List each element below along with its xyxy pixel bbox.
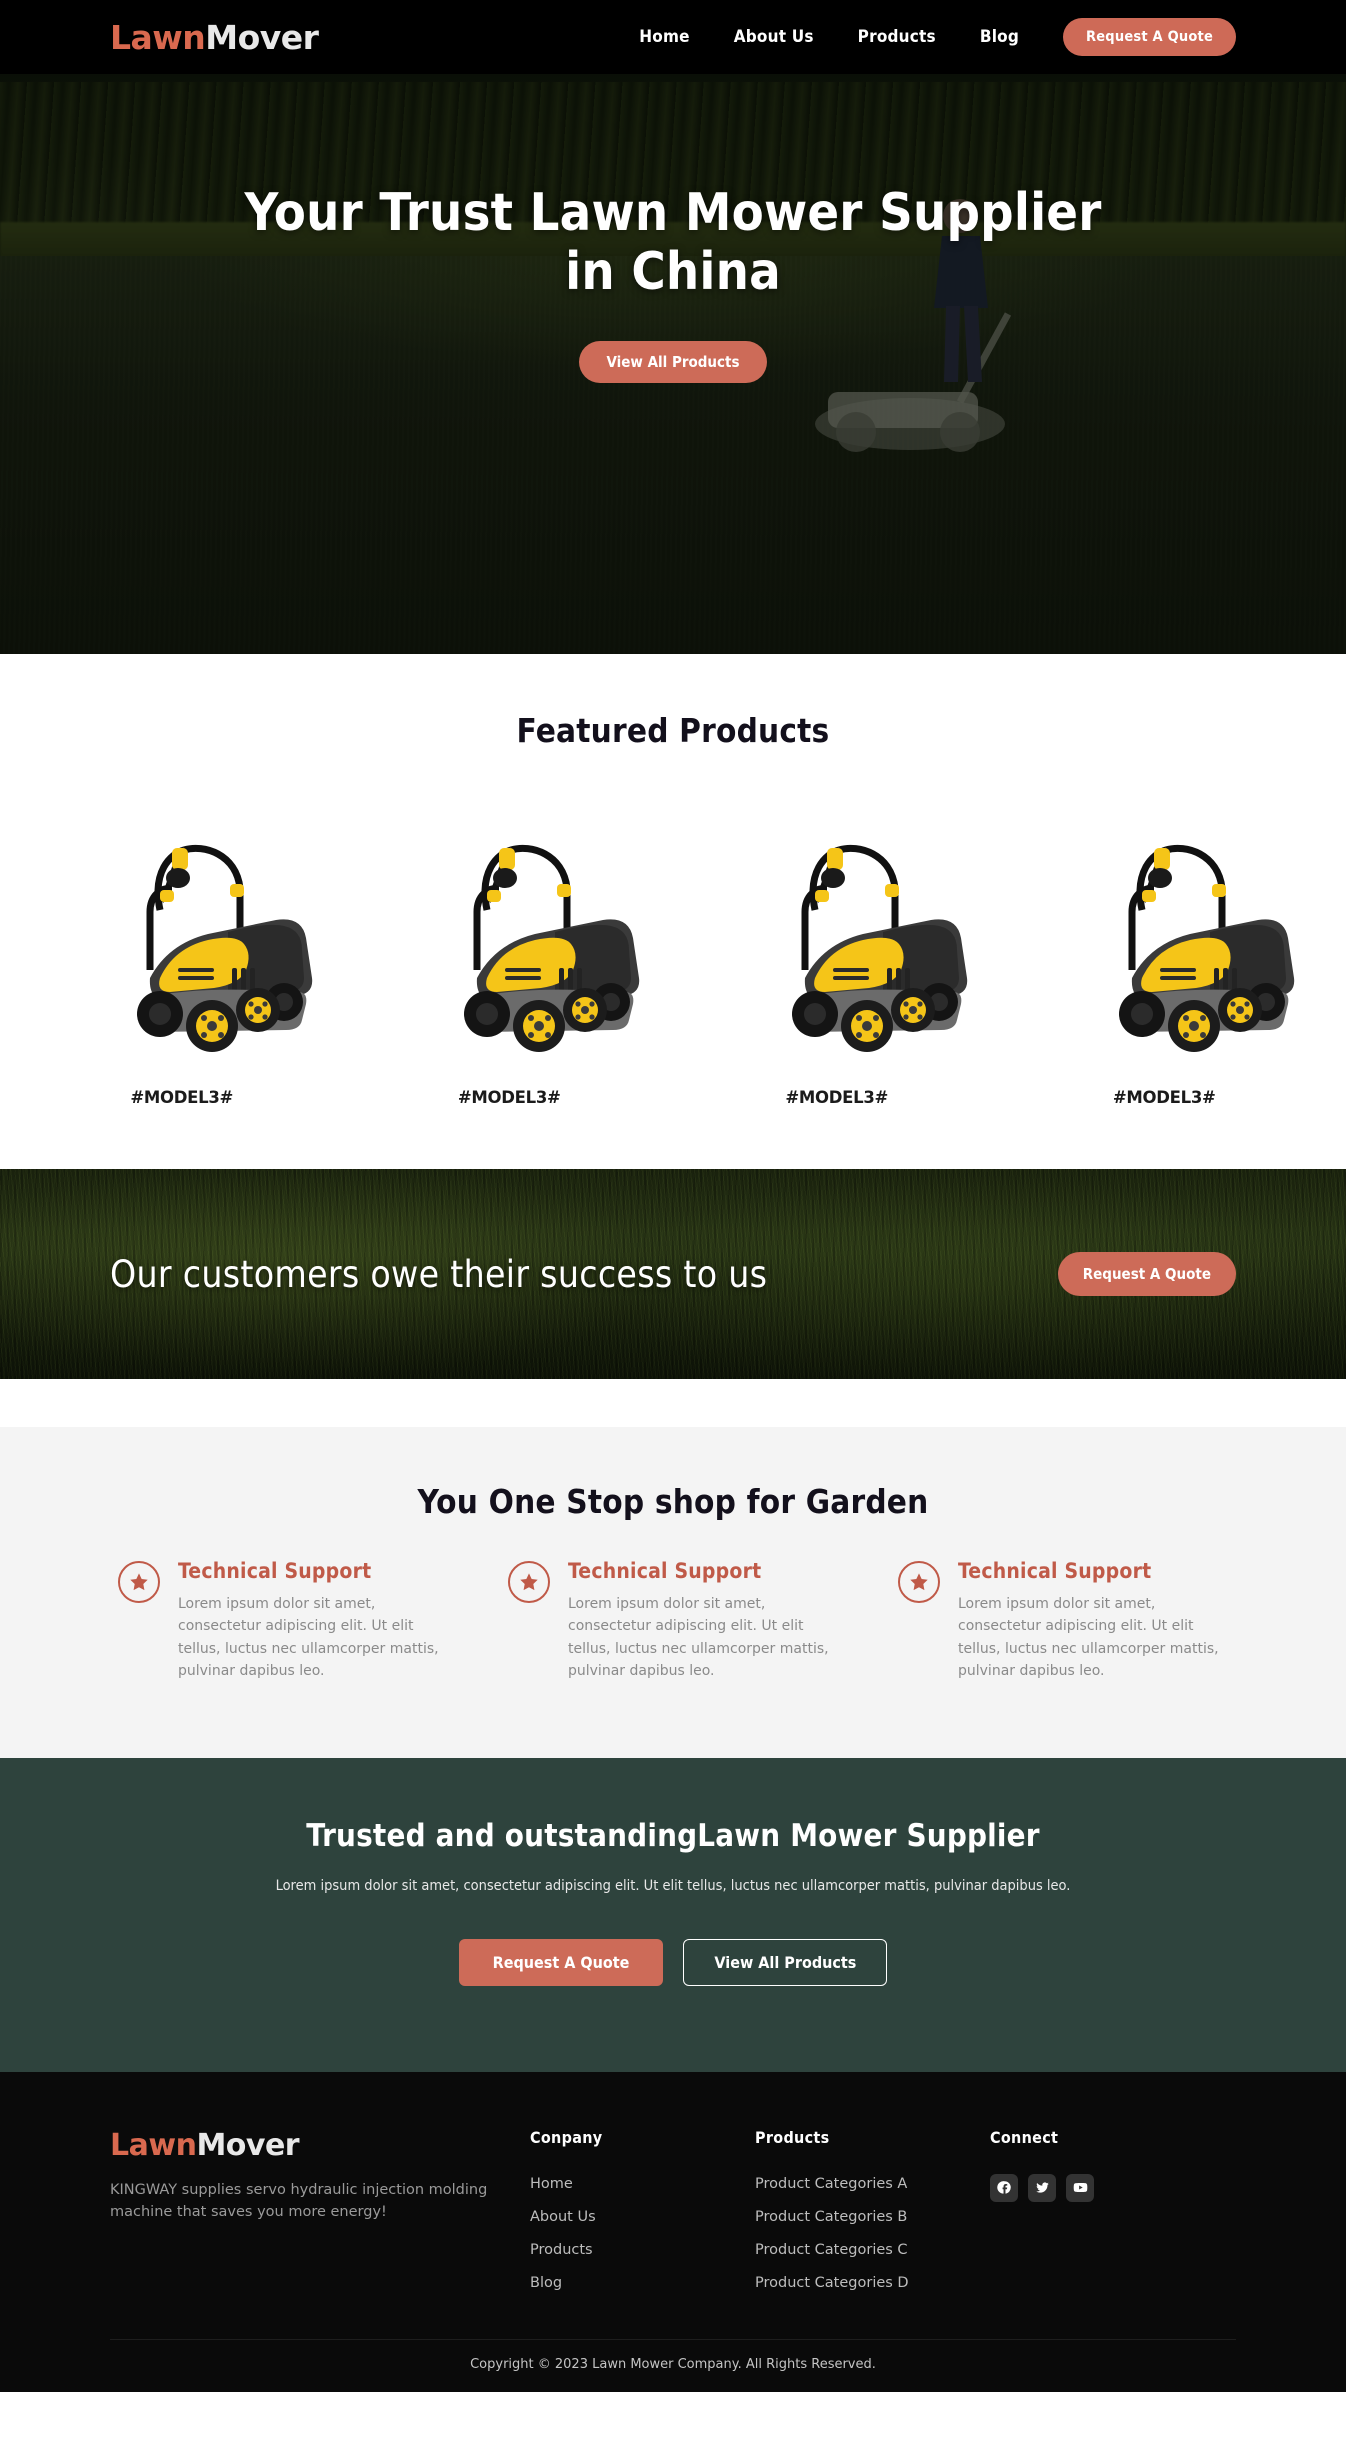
product-card[interactable]: #MODEL3#: [677, 792, 997, 1107]
footer-link-about-us[interactable]: About Us: [530, 2209, 755, 2225]
service-title: Technical Support: [958, 1559, 1152, 1583]
services-title: You One Stop shop for Garden: [417, 1482, 929, 1521]
youtube-icon[interactable]: [1066, 2173, 1094, 2202]
hero-title: Your Trust Lawn Mower Supplier in China: [244, 183, 1102, 302]
section-spacer: [0, 1379, 1346, 1427]
service-title: Technical Support: [568, 1559, 762, 1583]
star-icon: [118, 1561, 160, 1603]
trusted-request-quote-button[interactable]: Request A Quote: [458, 1938, 664, 1986]
cta-banner-section: Our customers owe their success to us Re…: [0, 1169, 1346, 1379]
product-image: [677, 792, 997, 1080]
site-footer: LawnMover KINGWAY supplies servo hydraul…: [0, 2071, 1346, 2392]
logo-part-lawn: Lawn: [110, 17, 206, 57]
trusted-subtitle: Lorem ipsum dolor sit amet, consectetur …: [275, 1877, 1071, 1894]
service-body: Lorem ipsum dolor sit amet, consectetur …: [958, 1596, 1219, 1680]
product-name: #MODEL3#: [785, 1088, 889, 1107]
footer-brand-block: LawnMover KINGWAY supplies servo hydraul…: [110, 2128, 530, 2291]
footer-description: KINGWAY supplies servo hydraulic injecti…: [110, 2181, 488, 2221]
footer-link-product-category-d[interactable]: Product Categories D: [755, 2275, 990, 2291]
product-name: #MODEL3#: [1112, 1088, 1216, 1107]
nav-link-about-us[interactable]: About Us: [734, 27, 814, 47]
featured-products-section: Featured Products #MODEL3# #MODEL3# #MOD…: [0, 654, 1346, 1169]
footer-connect-heading: Connect: [990, 2127, 1059, 2147]
footer-products-heading: Products: [755, 2127, 830, 2147]
nav-link-products[interactable]: Products: [858, 27, 936, 47]
hero-section: Your Trust Lawn Mower Supplier in China …: [0, 74, 1346, 654]
footer-column-company: Conpany Home About Us Products Blog: [530, 2128, 755, 2291]
footer-link-products[interactable]: Products: [530, 2242, 755, 2258]
product-card[interactable]: #MODEL3#: [22, 792, 342, 1107]
services-section: You One Stop shop for Garden Technical S…: [0, 1427, 1346, 1758]
footer-logo[interactable]: LawnMover: [110, 2128, 530, 2163]
product-name: #MODEL3#: [457, 1088, 561, 1107]
footer-link-product-category-a[interactable]: Product Categories A: [755, 2176, 990, 2192]
product-name: #MODEL3#: [130, 1088, 234, 1107]
services-grid: Technical Support Lorem ipsum dolor sit …: [0, 1521, 1346, 1683]
nav-link-blog[interactable]: Blog: [980, 27, 1019, 47]
service-card: Technical Support Lorem ipsum dolor sit …: [508, 1559, 838, 1683]
trusted-title: Trusted and outstandingLawn Mower Suppli…: [306, 1817, 1040, 1854]
nav-request-quote-button[interactable]: Request A Quote: [1063, 18, 1236, 56]
service-title: Technical Support: [178, 1559, 372, 1583]
product-image: [350, 792, 670, 1080]
product-image: [1005, 792, 1325, 1080]
product-card[interactable]: #MODEL3#: [350, 792, 670, 1107]
footer-company-heading: Conpany: [530, 2127, 603, 2147]
product-image: [22, 792, 342, 1080]
footer-link-product-category-c[interactable]: Product Categories C: [755, 2242, 990, 2258]
star-icon: [898, 1561, 940, 1603]
footer-link-home[interactable]: Home: [530, 2176, 755, 2192]
primary-navigation: Home About Us Products Blog Request A Qu…: [639, 18, 1236, 56]
trusted-section: Trusted and outstandingLawn Mower Suppli…: [0, 1757, 1346, 2072]
cta-banner-request-quote-button[interactable]: Request A Quote: [1057, 1252, 1236, 1296]
footer-link-blog[interactable]: Blog: [530, 2275, 755, 2291]
site-header: LawnMover Home About Us Products Blog Re…: [0, 0, 1346, 74]
cta-banner-text: Our customers owe their success to us: [110, 1252, 768, 1296]
footer-logo-part-mover: Mover: [196, 2127, 300, 2163]
footer-logo-part-lawn: Lawn: [110, 2127, 197, 2163]
trusted-view-all-products-button[interactable]: View All Products: [683, 1938, 888, 1986]
footer-link-product-category-b[interactable]: Product Categories B: [755, 2209, 990, 2225]
product-grid: #MODEL3# #MODEL3# #MODEL3# #MODEL3#: [0, 750, 1346, 1107]
featured-products-title: Featured Products: [516, 711, 830, 750]
footer-column-products: Products Product Categories A Product Ca…: [755, 2128, 990, 2291]
site-logo[interactable]: LawnMover: [110, 17, 319, 57]
footer-copyright: Copyright © 2023 Lawn Mower Company. All…: [110, 2338, 1236, 2392]
service-body: Lorem ipsum dolor sit amet, consectetur …: [568, 1596, 829, 1680]
logo-part-mover: Mover: [205, 17, 319, 57]
trusted-button-group: Request A Quote View All Products: [0, 1938, 1346, 1986]
star-icon: [508, 1561, 550, 1603]
twitter-icon[interactable]: [1028, 2173, 1056, 2202]
footer-column-connect: Connect: [990, 2128, 1215, 2291]
service-body: Lorem ipsum dolor sit amet, consectetur …: [178, 1596, 439, 1680]
service-card: Technical Support Lorem ipsum dolor sit …: [898, 1559, 1228, 1683]
social-links: [990, 2173, 1215, 2202]
product-card[interactable]: #MODEL3#: [1005, 792, 1325, 1107]
service-card: Technical Support Lorem ipsum dolor sit …: [118, 1559, 448, 1683]
nav-link-home[interactable]: Home: [639, 27, 689, 47]
facebook-icon[interactable]: [990, 2173, 1018, 2202]
hero-view-all-products-button[interactable]: View All Products: [579, 340, 767, 383]
